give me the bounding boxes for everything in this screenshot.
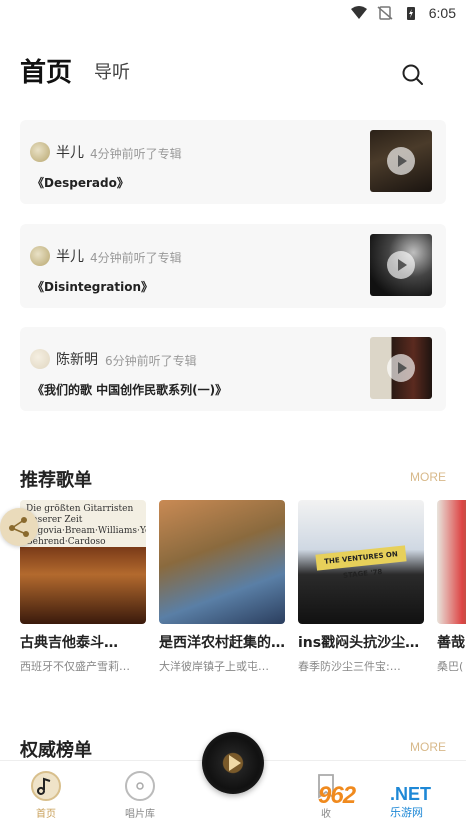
playlist-card[interactable]: THE VENTURES ON STAGE '78 ins戳闷头抗沙尘… 春季防…	[298, 500, 424, 674]
activity-action: 4分钟前听了专辑	[90, 251, 182, 265]
activity-album: 《Disintegration》	[32, 280, 153, 294]
avatar	[30, 349, 50, 369]
playlist-desc: 春季防沙尘三件宝:…	[298, 660, 401, 673]
tab-guide[interactable]: 导听	[94, 58, 130, 84]
play-icon[interactable]	[387, 147, 415, 175]
cover-text: Die größten Gitarristen unserer Zeit Seg…	[26, 504, 146, 547]
activity-user: 陈新明	[56, 352, 98, 368]
playlist-title: 善哉	[437, 635, 465, 651]
activity-user: 半儿	[56, 145, 84, 161]
top-header: 首页 导听	[0, 48, 466, 96]
battery-charging-icon	[406, 7, 415, 20]
playlist-desc: 西班牙不仅盛产雪莉…	[20, 660, 130, 673]
playlist-desc: 桑巴(	[437, 660, 464, 673]
nav-home[interactable]: 首页	[16, 771, 76, 820]
playlist-carousel[interactable]: Die größten Gitarristen unserer Zeit Seg…	[20, 500, 466, 680]
activity-user: 半儿	[56, 249, 84, 265]
activity-card[interactable]: 陈新明 6分钟前听了专辑 《我们的歌 中国创作民歌系列(一)》	[20, 327, 446, 411]
watermark-number: 962	[318, 782, 356, 809]
playlist-desc: 大洋彼岸镇子上或屯…	[159, 660, 269, 673]
activity-album: 《Desperado》	[32, 176, 129, 190]
search-icon[interactable]	[400, 62, 426, 88]
watermark-cn: 乐游网	[390, 806, 423, 819]
tab-home[interactable]: 首页	[20, 52, 72, 89]
activity-action: 6分钟前听了专辑	[105, 354, 197, 368]
album-cover[interactable]	[370, 337, 432, 399]
clock: 6:05	[428, 5, 456, 21]
section-title-ranking: 权威榜单	[20, 740, 92, 761]
avatar	[30, 246, 50, 266]
playlist-card[interactable]: 是西洋农村赶集的… 大洋彼岸镇子上或屯…	[159, 500, 285, 674]
home-note-icon	[31, 771, 61, 801]
activity-action: 4分钟前听了专辑	[90, 147, 182, 161]
play-icon[interactable]	[387, 354, 415, 382]
disc-icon	[125, 771, 155, 801]
activity-card[interactable]: 半儿 4分钟前听了专辑 《Desperado》	[20, 120, 446, 204]
no-sim-icon	[377, 6, 393, 20]
section-title-recommend: 推荐歌单	[20, 470, 92, 491]
playlist-title: 古典吉他泰斗…	[20, 635, 118, 651]
nav-records[interactable]: 唱片库	[110, 771, 170, 820]
nav-home-label: 首页	[36, 809, 56, 820]
playlist-cover[interactable]	[437, 500, 466, 624]
playlist-title: 是西洋农村赶集的…	[159, 635, 285, 651]
status-bar: 6:05	[0, 0, 466, 26]
playlist-title: ins戳闷头抗沙尘…	[298, 635, 420, 651]
now-playing-disc[interactable]	[202, 732, 264, 794]
avatar	[30, 142, 50, 162]
nav-records-label: 唱片库	[125, 809, 155, 820]
activity-card[interactable]: 半儿 4分钟前听了专辑 《Disintegration》	[20, 224, 446, 308]
watermark-net: .NET	[390, 784, 432, 804]
playlist-card[interactable]: Die größten Gitarristen unserer Zeit Seg…	[20, 500, 146, 674]
recommend-more-link[interactable]: MORE	[410, 470, 446, 484]
album-cover[interactable]	[370, 234, 432, 296]
album-cover[interactable]	[370, 130, 432, 192]
share-icon	[9, 517, 29, 537]
site-watermark: 962 .NET 乐游网	[318, 782, 458, 822]
playlist-cover[interactable]: Die größten Gitarristen unserer Zeit Seg…	[20, 500, 146, 624]
playlist-cover[interactable]	[159, 500, 285, 624]
playlist-cover[interactable]: THE VENTURES ON STAGE '78	[298, 500, 424, 624]
play-icon[interactable]	[387, 251, 415, 279]
share-fab[interactable]	[0, 508, 38, 546]
ranking-more-link[interactable]: MORE	[410, 740, 446, 754]
playlist-card[interactable]: 善哉 桑巴(	[437, 500, 466, 674]
cover-text: THE VENTURES ON STAGE '78	[315, 545, 407, 580]
wifi-icon	[350, 6, 367, 19]
activity-album: 《我们的歌 中国创作民歌系列(一)》	[32, 383, 228, 397]
